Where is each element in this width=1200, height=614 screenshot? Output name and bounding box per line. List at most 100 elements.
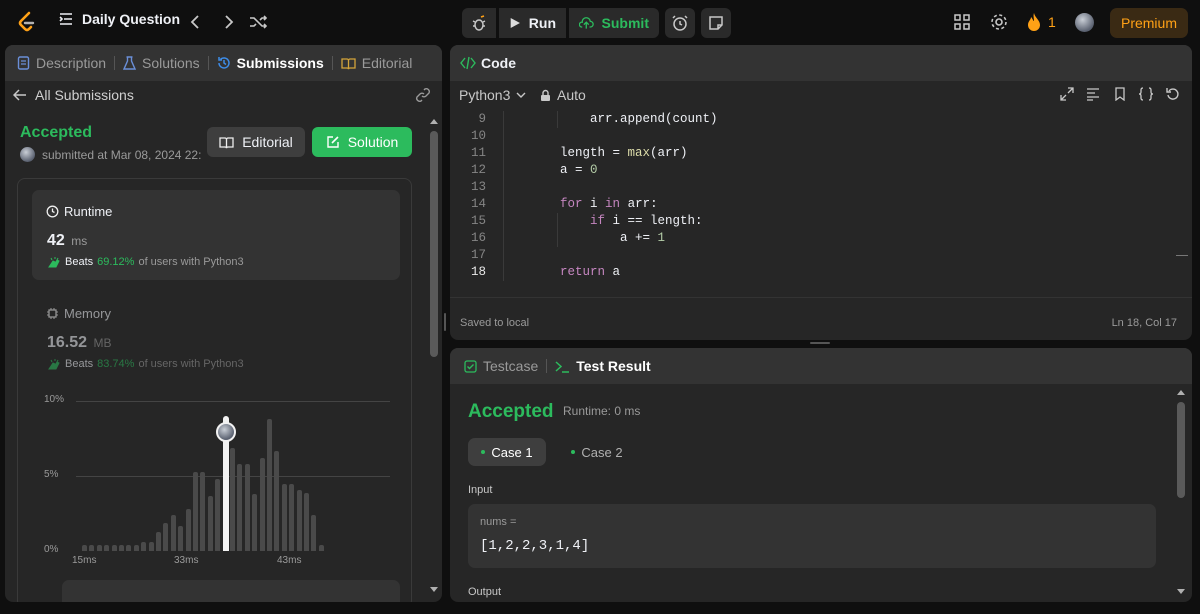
code-header: Code <box>450 45 1192 81</box>
streak-count: 1 <box>1048 14 1056 30</box>
vertical-resize-handle[interactable] <box>444 313 446 331</box>
tab-solutions[interactable]: Solutions <box>115 55 208 71</box>
divider <box>450 297 1192 298</box>
layout-grid-icon[interactable] <box>952 12 972 32</box>
distribution-bar[interactable] <box>281 483 287 551</box>
scrollbar-thumb[interactable] <box>1177 402 1185 498</box>
scroll-up-arrow-icon[interactable] <box>1176 388 1186 396</box>
distribution-bar[interactable] <box>163 522 169 551</box>
runtime-value-row: 42 ms <box>47 232 87 250</box>
share-link-icon[interactable] <box>415 87 431 103</box>
case-label: Case 1 <box>491 444 533 460</box>
timer-button[interactable] <box>665 8 695 38</box>
distribution-bar[interactable] <box>200 471 206 551</box>
shuffle-icon[interactable] <box>248 12 268 32</box>
avatar <box>20 147 35 162</box>
distribution-bar[interactable] <box>304 492 309 551</box>
editorial-label: Editorial <box>242 134 293 150</box>
streak-counter[interactable]: 1 <box>1026 12 1056 32</box>
solution-button[interactable]: Solution <box>312 127 412 157</box>
expand-icon[interactable] <box>1060 87 1074 101</box>
all-submissions-label: All Submissions <box>35 87 134 103</box>
distribution-bar[interactable] <box>207 495 213 551</box>
run-label: Run <box>528 15 556 31</box>
distribution-bar[interactable] <box>267 419 272 551</box>
distribution-bar[interactable] <box>96 545 102 551</box>
distribution-bar[interactable] <box>185 509 191 551</box>
distribution-bar[interactable] <box>104 545 110 551</box>
user-avatar[interactable] <box>1075 13 1094 32</box>
distribution-bar[interactable] <box>274 450 280 551</box>
scroll-down-arrow-icon[interactable] <box>1176 588 1186 596</box>
tab-test-result[interactable]: Test Result <box>547 358 658 374</box>
x-tick-label: 33ms <box>174 555 199 566</box>
notes-button[interactable] <box>701 8 731 38</box>
distribution-bar[interactable] <box>215 479 221 551</box>
autosave-mode[interactable]: Auto <box>540 87 586 103</box>
tab-label: Test Result <box>576 358 651 374</box>
editorial-button[interactable]: Editorial <box>207 127 305 157</box>
code-editor[interactable]: 9 arr.append(count) 10 11 length = max(a… <box>450 111 1188 297</box>
tab-submissions[interactable]: Submissions <box>209 55 332 71</box>
settings-gear-icon[interactable] <box>989 12 1009 32</box>
memory-beats: Beats 83.74% of users with Python3 <box>47 358 244 370</box>
alarm-clock-icon <box>672 15 688 31</box>
distribution-bar[interactable] <box>133 545 139 551</box>
distribution-bar[interactable] <box>156 531 161 551</box>
tab-editorial[interactable]: Editorial <box>333 55 421 71</box>
distribution-bar[interactable] <box>289 483 295 551</box>
distribution-bar[interactable] <box>252 494 258 551</box>
distribution-bar[interactable] <box>119 545 124 551</box>
distribution-bar[interactable] <box>230 447 235 551</box>
distribution-bar[interactable] <box>296 489 302 551</box>
problem-list-nav[interactable]: Daily Question <box>58 11 180 27</box>
prev-problem-icon[interactable] <box>186 12 206 32</box>
reset-code-icon[interactable] <box>1166 87 1180 101</box>
distribution-bar[interactable] <box>311 515 317 551</box>
next-problem-icon[interactable] <box>218 12 238 32</box>
scrollbar-thumb[interactable] <box>430 131 438 357</box>
distribution-bar[interactable] <box>141 542 147 551</box>
distribution-bar[interactable] <box>82 545 87 551</box>
distribution-bar[interactable] <box>244 464 250 551</box>
horizontal-resize-handle[interactable] <box>810 342 830 344</box>
distribution-bar[interactable] <box>126 545 132 551</box>
distribution-bar[interactable] <box>193 471 198 551</box>
lock-icon <box>541 89 550 101</box>
curly-braces-icon[interactable] <box>1138 87 1154 101</box>
debug-button[interactable] <box>462 8 496 38</box>
distribution-bar[interactable] <box>178 525 184 551</box>
all-submissions-link[interactable]: All Submissions <box>13 87 134 103</box>
runtime-card[interactable]: Runtime 42 ms Beats 69.12% of users with… <box>32 190 400 280</box>
case-2-tab[interactable]: Case 2 <box>558 438 636 466</box>
tab-label: Description <box>36 55 107 71</box>
distribution-bar[interactable] <box>259 458 265 551</box>
indent-guide <box>503 111 504 281</box>
distribution-bar[interactable] <box>318 545 324 551</box>
x-tick-label: 15ms <box>72 555 97 566</box>
format-code-icon[interactable] <box>1086 87 1100 101</box>
distribution-bar[interactable] <box>89 545 95 551</box>
book-icon <box>341 57 356 69</box>
scroll-up-arrow-icon[interactable] <box>429 117 439 125</box>
run-button[interactable]: Run <box>499 8 566 38</box>
distribution-bar[interactable] <box>170 515 176 551</box>
scroll-down-arrow-icon[interactable] <box>429 586 439 594</box>
distribution-bar[interactable] <box>111 545 117 551</box>
leetcode-logo[interactable] <box>16 11 38 33</box>
runtime-unit: ms <box>71 234 88 248</box>
tab-testcase[interactable]: Testcase <box>456 358 546 374</box>
distribution-bar[interactable] <box>237 464 243 551</box>
premium-button[interactable]: Premium <box>1110 8 1188 38</box>
case-label: Case 2 <box>581 444 623 460</box>
submit-button[interactable]: Submit <box>569 8 659 38</box>
runtime-value: 42 <box>47 232 65 249</box>
distribution-bar[interactable] <box>148 542 154 551</box>
tab-description[interactable]: Description <box>9 55 114 71</box>
memory-card[interactable]: Memory 16.52 MB Beats 83.74% of users wi… <box>32 292 400 372</box>
case-1-tab[interactable]: Case 1 <box>468 438 546 466</box>
chevron-down-icon <box>516 92 526 98</box>
clapping-hands-icon <box>48 257 60 268</box>
language-select[interactable]: Python3 <box>459 87 526 103</box>
bookmark-icon[interactable] <box>1114 87 1126 101</box>
